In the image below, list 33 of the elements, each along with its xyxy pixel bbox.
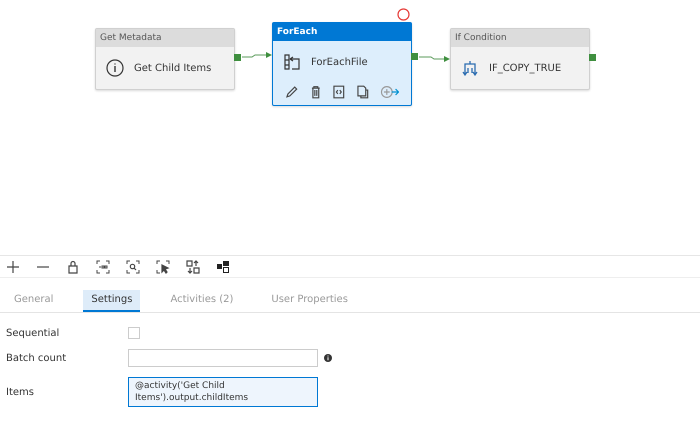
- activity-name: Get Child Items: [134, 62, 212, 74]
- activity-node[interactable]: If Condition IF_COPY_TRUE: [450, 28, 590, 90]
- field-label: Items: [6, 386, 35, 398]
- items-field[interactable]: @activity('Get Child Items').output.childItems: [128, 377, 318, 407]
- add-output-icon[interactable]: [380, 85, 399, 99]
- activity-name: IF_COPY_TRUE: [489, 62, 562, 74]
- auto-align-icon[interactable]: [186, 260, 200, 274]
- error-indicator-icon: [397, 8, 410, 21]
- field-label: Batch count: [6, 352, 68, 364]
- lock-icon[interactable]: [66, 260, 80, 274]
- sequential-checkbox[interactable]: [128, 327, 140, 339]
- zoom-fit-icon[interactable]: [126, 260, 140, 274]
- zoom-in-icon[interactable]: [6, 260, 20, 274]
- loop-list-icon: [283, 53, 301, 71]
- edit-icon[interactable]: [285, 85, 299, 99]
- info-icon: [106, 59, 124, 77]
- field-label: Sequential: [6, 328, 60, 338]
- tab[interactable]: Settings: [83, 290, 140, 312]
- code-icon[interactable]: [332, 85, 346, 99]
- activity-name: ForEachFile: [311, 56, 368, 68]
- activity-type: Get Metadata: [96, 29, 234, 47]
- activity-node[interactable]: ForEach ForEachFile: [272, 22, 412, 106]
- zoom-100-icon[interactable]: [96, 260, 110, 274]
- activity-node[interactable]: Get Metadata Get Child Items: [95, 28, 235, 90]
- activity-type: ForEach: [273, 23, 411, 41]
- connector-arrow: [419, 54, 451, 64]
- copy-icon[interactable]: [356, 85, 370, 99]
- info-icon: [324, 354, 332, 362]
- activity-type: If Condition: [451, 29, 589, 47]
- select-icon[interactable]: [156, 260, 170, 274]
- layout-icon[interactable]: [216, 260, 230, 274]
- batch-count-field[interactable]: [128, 349, 318, 367]
- branch-icon: [461, 59, 479, 77]
